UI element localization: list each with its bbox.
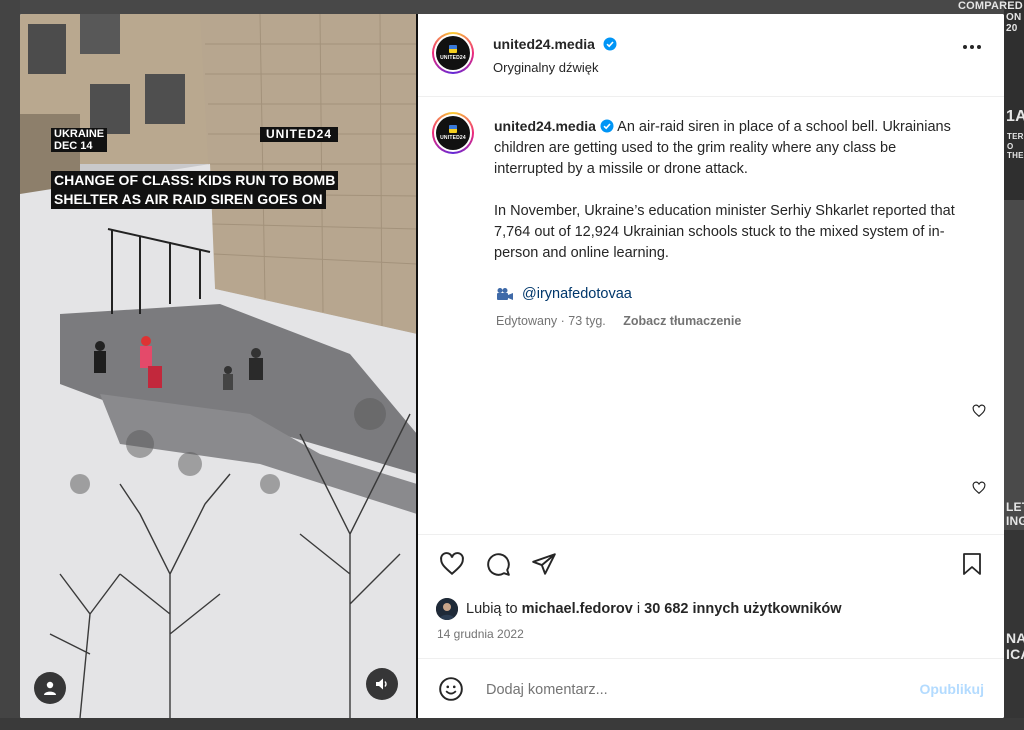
avatar-wordmark: UNITED24	[440, 135, 466, 141]
feed-text: COMPARED	[958, 0, 1023, 12]
feed-text: NA	[1006, 630, 1024, 646]
caption-username[interactable]: united24.media	[494, 118, 596, 134]
profile-icon	[44, 681, 56, 695]
video-tag-country: UKRAINE DEC 14	[51, 128, 108, 153]
video-tag-date-text: DEC 14	[54, 139, 93, 152]
feed-tile-bottom	[0, 718, 1024, 730]
post-caption: united24.media An air-raid siren in plac…	[494, 116, 968, 285]
feed-text: 1A	[1006, 108, 1024, 125]
emoji-icon[interactable]	[438, 676, 464, 702]
comment-icon[interactable]	[484, 551, 512, 577]
heart-icon[interactable]	[438, 551, 466, 577]
avatar[interactable]: UNITED24	[432, 32, 474, 74]
more-icon[interactable]	[962, 44, 982, 50]
caption-paragraph-2: In November, Ukraine’s education ministe…	[494, 203, 955, 261]
feed-tile-left	[0, 0, 20, 730]
sound-icon	[376, 678, 387, 690]
publish-button[interactable]: Opublikuj	[919, 681, 984, 697]
ukraine-flag-icon	[449, 125, 457, 133]
post-actions	[418, 534, 1004, 585]
avatar-wordmark: UNITED24	[440, 55, 466, 61]
post-details-panel: UNITED24 united24.media Oryginalny dźwię…	[418, 14, 1004, 718]
heart-icon[interactable]	[972, 404, 986, 418]
caption-avatar[interactable]: UNITED24	[432, 112, 474, 154]
liker-username[interactable]: michael.fedorov	[522, 601, 633, 617]
liker-avatar[interactable]	[436, 598, 458, 620]
post-header: UNITED24 united24.media Oryginalny dźwię…	[418, 14, 1004, 97]
comment-bar: Opublikuj	[418, 658, 1004, 718]
post-modal: UKRAINE DEC 14 UNITED24 CHANGE OF CLASS:…	[20, 14, 1004, 718]
feed-text: ICA	[1006, 646, 1024, 662]
heart-icon[interactable]	[972, 481, 986, 495]
header-username[interactable]: united24.media	[493, 36, 595, 52]
edited-time: Edytowany · 73 tyg.	[496, 314, 606, 328]
post-video[interactable]: UKRAINE DEC 14 UNITED24 CHANGE OF CLASS:…	[20, 14, 417, 718]
ukraine-flag-icon	[449, 45, 457, 53]
mention-link[interactable]: @irynafedotovaa	[496, 286, 632, 302]
likes-summary: Lubią to michael.fedorov i 30 682 innych…	[436, 598, 842, 620]
verified-icon	[603, 37, 617, 51]
likes-prefix: Lubią to	[466, 601, 518, 617]
caption-meta: Edytowany · 73 tyg. Zobacz tłumaczenie	[496, 314, 741, 328]
feed-text: ON 20	[1006, 12, 1022, 34]
original-audio-link[interactable]: Oryginalny dźwięk	[493, 60, 599, 75]
feed-tile-top	[20, 0, 1004, 14]
verified-icon	[600, 119, 614, 133]
video-headline-line1: CHANGE OF CLASS: KIDS RUN TO BOMB	[51, 171, 339, 190]
video-headline-line2: SHELTER AS AIR RAID SIREN GOES ON	[51, 190, 326, 209]
comment-input[interactable]	[484, 677, 888, 703]
video-frame	[20, 14, 417, 718]
feed-text: LET	[1006, 500, 1024, 514]
likes-joiner: i	[636, 601, 641, 617]
save-icon[interactable]	[960, 551, 984, 577]
see-translation-button[interactable]: Zobacz tłumaczenie	[623, 314, 741, 328]
feed-text: O THE	[1007, 142, 1024, 160]
mention-text: @irynafedotovaa	[522, 286, 632, 302]
feed-tile-right-mid	[1004, 200, 1024, 530]
sound-toggle-button[interactable]	[366, 668, 398, 700]
video-tag-country-text: UKRAINE	[54, 128, 105, 140]
feed-text: ING	[1006, 514, 1024, 528]
post-date[interactable]: 14 grudnia 2022	[437, 627, 524, 641]
tagged-profile-button[interactable]	[34, 672, 66, 704]
video-camera-icon	[497, 288, 513, 300]
feed-text: TER	[1007, 132, 1024, 141]
likes-count-link[interactable]: 30 682 innych użytkowników	[644, 601, 841, 617]
video-brand-watermark: UNITED24	[260, 127, 339, 142]
share-icon[interactable]	[531, 551, 557, 577]
